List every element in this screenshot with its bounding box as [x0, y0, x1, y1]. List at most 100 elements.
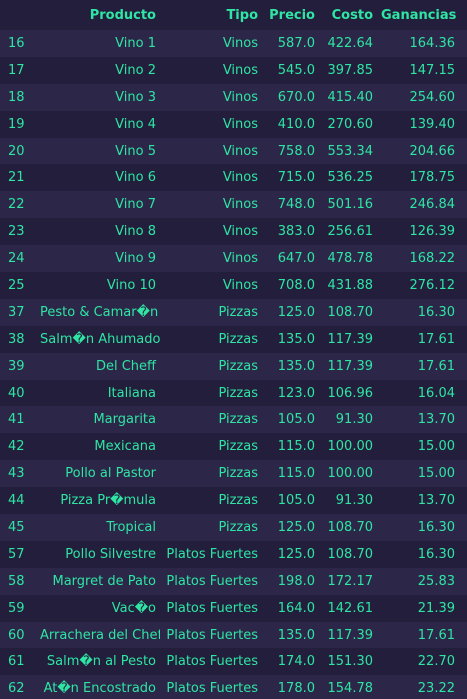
- costo-cell: 117.39: [327, 358, 374, 374]
- ganancias-cell: 17.61: [417, 627, 455, 643]
- precio-cell: 115.0: [277, 466, 315, 482]
- producto-cell: Vino 5: [115, 143, 156, 159]
- row-index: 59: [8, 600, 25, 616]
- costo-cell: 100.00: [327, 466, 374, 482]
- ganancias-cell: 16.30: [417, 546, 455, 562]
- ganancias-cell: 178.75: [409, 170, 456, 186]
- ganancias-cell: 13.70: [417, 493, 455, 509]
- table-row: 25 Vino 10 Vinos 708.0 431.88 276.12: [0, 272, 467, 299]
- ganancias-cell: 17.61: [417, 358, 455, 374]
- tipo-cell: Vinos: [222, 197, 258, 213]
- costo-cell: 108.70: [327, 546, 374, 562]
- ganancias-cell: 276.12: [409, 277, 456, 293]
- table-row: 57 Pollo Silvestre Platos Fuertes 125.0 108.…: [0, 540, 467, 568]
- precio-cell: 708.0: [277, 277, 315, 293]
- data-table: Producto Tipo Precio Costo Ganancias 16 V…: [0, 0, 467, 699]
- producto-cell: Pesto & Camar�n: [40, 304, 159, 320]
- row-index: 42: [8, 439, 25, 455]
- producto-cell: Salm�n al Pesto: [46, 654, 156, 670]
- row-index: 39: [8, 358, 25, 374]
- row-index: 45: [8, 519, 25, 535]
- costo-cell: 106.96: [327, 385, 374, 401]
- costo-cell: 108.70: [327, 519, 374, 535]
- tipo-cell: Vinos: [222, 35, 258, 51]
- costo-cell: 172.17: [327, 573, 374, 589]
- producto-cell: Margarita: [93, 412, 156, 428]
- table-row: 37 Pesto & Camar�n Pizzas 125.0 108.70 16.30: [0, 298, 467, 326]
- tipo-cell: Pizzas: [218, 493, 258, 509]
- tipo-cell: Vinos: [222, 143, 258, 159]
- tipo-cell: Pizzas: [218, 358, 258, 374]
- tipo-cell: Pizzas: [218, 304, 258, 320]
- row-index: 18: [8, 89, 25, 105]
- precio-cell: 715.0: [277, 170, 315, 186]
- table-row: 60 Arrachera del Chef Platos Fuertes 135.0 1…: [0, 621, 467, 649]
- ganancias-cell: 16.30: [417, 519, 455, 535]
- producto-header: Producto: [89, 7, 156, 23]
- ganancias-cell: 13.70: [417, 412, 455, 428]
- producto-cell: Pollo al Pastor: [65, 466, 156, 482]
- row-index: 58: [8, 573, 25, 589]
- ganancias-cell: 126.39: [409, 224, 456, 240]
- costo-cell: 431.88: [327, 277, 374, 293]
- producto-cell: At�n Encostrado: [43, 681, 156, 697]
- ganancias-cell: 17.61: [417, 331, 455, 347]
- table-row: 45 Tropical Pizzas 125.0 108.70 16.30: [0, 514, 467, 541]
- ganancias-header: Ganancias: [381, 7, 457, 23]
- producto-cell: Vino 8: [115, 224, 156, 240]
- header-row: Producto Tipo Precio Costo Ganancias: [0, 0, 467, 30]
- tipo-cell: Pizzas: [218, 439, 258, 455]
- row-index: 62: [8, 681, 25, 697]
- table-row: 23 Vino 8 Vinos 383.0 256.61 126.39: [0, 218, 467, 246]
- tipo-cell: Vinos: [222, 224, 258, 240]
- table-row: 61 Salm�n al Pesto Platos Fuertes 174.0 151.…: [0, 648, 467, 676]
- row-index: 19: [8, 116, 25, 132]
- row-index: 20: [8, 143, 25, 159]
- tipo-cell: Platos Fuertes: [166, 546, 258, 562]
- producto-cell: Vino 4: [115, 116, 156, 132]
- ganancias-cell: 15.00: [417, 439, 455, 455]
- ganancias-cell: 23.22: [417, 681, 455, 697]
- table-row: 40 Italiana Pizzas 123.0 106.96 16.04: [0, 379, 467, 407]
- table-row: 38 Salm�n Ahumado Pizzas 135.0 117.39 17.61: [0, 325, 467, 353]
- precio-cell: 125.0: [277, 304, 315, 320]
- producto-cell: Tropical: [106, 519, 156, 535]
- row-index: 38: [8, 331, 25, 347]
- tipo-cell: Platos Fuertes: [166, 654, 258, 670]
- precio-cell: 383.0: [277, 224, 315, 240]
- precio-cell: 198.0: [277, 573, 315, 589]
- tipo-cell: Pizzas: [218, 331, 258, 347]
- costo-header: Costo: [331, 7, 373, 23]
- costo-cell: 117.39: [327, 331, 374, 347]
- table-row: 24 Vino 9 Vinos 647.0 478.78 168.22: [0, 245, 467, 273]
- row-index: 16: [8, 35, 25, 51]
- precio-cell: 125.0: [277, 546, 315, 562]
- costo-cell: 536.25: [327, 170, 374, 186]
- table-row: 18 Vino 3 Vinos 670.0 415.40 254.60: [0, 83, 467, 111]
- table-row: 44 Pizza Pr�mula Pizzas 105.0 91.30 13.70: [0, 487, 467, 515]
- tipo-header: Tipo: [226, 7, 258, 23]
- costo-cell: 478.78: [327, 251, 374, 267]
- costo-cell: 270.60: [327, 116, 374, 132]
- ganancias-cell: 16.04: [417, 385, 455, 401]
- row-index: 57: [8, 546, 25, 562]
- ganancias-cell: 204.66: [409, 143, 456, 159]
- ganancias-cell: 21.39: [417, 600, 455, 616]
- table-body: 16 Vino 1 Vinos 587.0 422.64 164.36 17 Vino 2 Vi…: [0, 30, 467, 699]
- ganancias-cell: 25.83: [417, 573, 455, 589]
- row-index: 61: [8, 654, 25, 670]
- precio-cell: 410.0: [277, 116, 315, 132]
- producto-cell: Vino 10: [106, 277, 156, 293]
- table-row: 62 At�n Encostrado Platos Fuertes 178.0 154.…: [0, 675, 467, 699]
- costo-cell: 91.30: [335, 412, 373, 428]
- row-index: 21: [8, 170, 25, 186]
- precio-cell: 545.0: [277, 62, 315, 78]
- precio-cell: 647.0: [277, 251, 315, 267]
- precio-cell: 174.0: [277, 654, 315, 670]
- row-index: 44: [8, 493, 25, 509]
- costo-cell: 256.61: [327, 224, 374, 240]
- costo-cell: 91.30: [335, 493, 373, 509]
- ganancias-cell: 147.15: [409, 62, 456, 78]
- row-index: 60: [8, 627, 25, 643]
- ganancias-cell: 164.36: [409, 35, 456, 51]
